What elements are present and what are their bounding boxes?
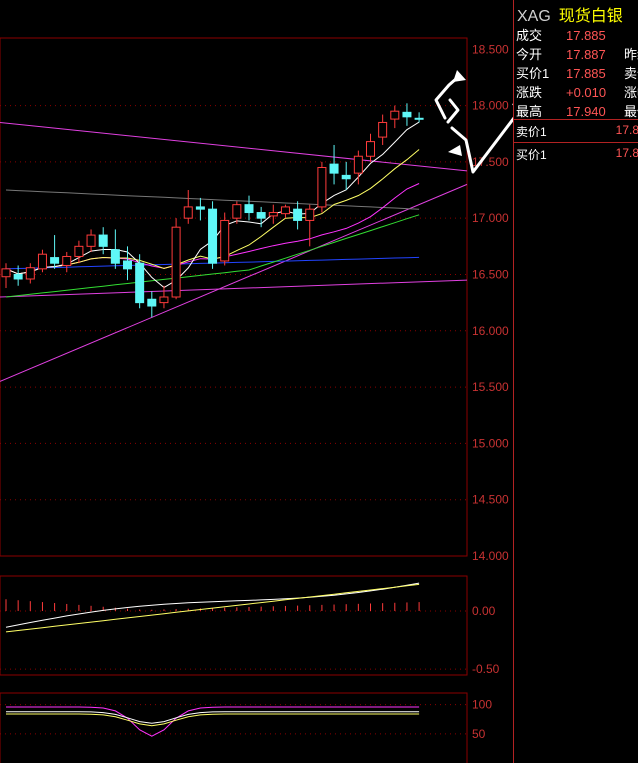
instrument-name: 现货白银: [558, 8, 623, 25]
candle-body: [220, 219, 230, 262]
y-tick-label: 15.500: [472, 380, 509, 394]
y-tick-label: 100: [472, 698, 492, 712]
candle-body: [86, 234, 96, 247]
quote-value: 17.887: [566, 47, 606, 62]
quote-tail: 涨幅: [624, 85, 638, 100]
candle-body: [329, 163, 339, 174]
candle-body: [183, 206, 193, 219]
y-tick-label: 18.000: [472, 99, 509, 113]
y-tick-label: 17.000: [472, 211, 509, 225]
quote-label: 最高: [516, 104, 543, 119]
candle-body: [244, 204, 254, 214]
candle-body: [402, 111, 412, 118]
quote-row-open: 今开 17.887 昨结: [516, 44, 638, 62]
candle-body: [123, 260, 132, 270]
quote-tail: 最低: [624, 104, 638, 119]
order-book-ask[interactable]: 卖价1 17.8: [514, 119, 638, 142]
candle-body: [98, 234, 108, 247]
order-book-value: 17.8: [615, 123, 638, 137]
candle-body: [317, 167, 327, 208]
order-book-bid[interactable]: 买价1 17.8: [514, 142, 638, 165]
arrow-zigzag-scenario: [446, 98, 460, 124]
y-tick-label: -0.50: [472, 662, 500, 676]
candle-body: [37, 253, 47, 270]
y-tick-label: 15.000: [472, 436, 509, 450]
arrow-up-scenario: [434, 76, 459, 120]
quote-label: 成交: [516, 28, 543, 43]
candle-body: [366, 141, 375, 157]
quote-value: 17.885: [566, 28, 606, 43]
candle-body: [208, 208, 218, 264]
arrowhead: [453, 70, 466, 82]
quote-tail: 卖价: [624, 66, 638, 81]
candle-body: [414, 117, 424, 120]
quote-row-bid: 买价1 17.885 卖价: [516, 63, 638, 81]
candle-body: [110, 249, 120, 264]
y-tick-label: 18.500: [472, 42, 509, 56]
candle-body: [293, 208, 303, 221]
candle-body: [353, 155, 363, 174]
macd-dif-line: [5, 582, 420, 628]
y-tick-label: 14.000: [472, 549, 509, 563]
order-book-label: 卖价1: [516, 125, 547, 139]
candle-body: [378, 121, 388, 138]
candle-body: [280, 206, 290, 215]
quote-header: XAG 现货白银: [517, 2, 623, 26]
kdj-k-line: [6, 711, 420, 724]
candle-body: [135, 262, 145, 304]
symbol-code: XAG: [517, 8, 551, 25]
quote-row-high: 最高 17.940 最低: [516, 101, 638, 119]
candle-body: [159, 296, 169, 304]
candle-body: [62, 255, 72, 266]
quote-value: 17.885: [566, 66, 606, 81]
quote-label: 涨跌: [516, 85, 543, 100]
y-tick-label: 0.00: [472, 604, 496, 618]
candle-body: [232, 204, 242, 219]
order-book-value: 17.8: [615, 146, 638, 160]
arrowhead: [448, 145, 462, 156]
quote-row-last: 成交 17.885: [516, 25, 624, 43]
candle-body: [1, 268, 11, 278]
candle-body: [50, 257, 60, 264]
candle-body: [13, 273, 23, 280]
y-tick-label: 16.500: [472, 267, 509, 281]
candle-body: [256, 212, 266, 219]
candle-body: [390, 110, 400, 120]
candle-body: [195, 206, 205, 210]
quote-label: 今开: [516, 47, 543, 62]
kdj-d-line: [6, 713, 420, 727]
y-tick-label: 16.000: [472, 324, 509, 338]
quote-row-change: 涨跌 +0.010 涨幅: [516, 82, 638, 100]
candle-body: [305, 208, 315, 221]
quote-value: 17.940: [566, 104, 606, 119]
order-book-label: 买价1: [516, 148, 547, 162]
candle-body: [25, 267, 35, 280]
macd-dea-line: [5, 583, 420, 633]
macd-panel-frame: [0, 575, 468, 676]
quote-label: 买价1: [516, 66, 550, 81]
candle-body: [341, 174, 351, 180]
y-tick-label: 14.500: [472, 493, 509, 507]
quote-value: +0.010: [566, 85, 607, 100]
kdj-panel-frame: [0, 692, 468, 763]
candle-body: [74, 245, 84, 257]
y-tick-label: 50: [472, 727, 486, 741]
quote-tail: 昨结: [624, 47, 638, 62]
trendline-resistance: [0, 121, 468, 172]
quote-panel: XAG现货白银 成交17.885 今开17.887昨结 买价117.885卖价 …: [513, 0, 638, 763]
candle-body: [171, 226, 181, 298]
price-chart: 18.50018.00017.50017.00016.50016.00015.5…: [0, 37, 513, 763]
candle-body: [268, 212, 278, 217]
candle-body: [147, 298, 157, 307]
